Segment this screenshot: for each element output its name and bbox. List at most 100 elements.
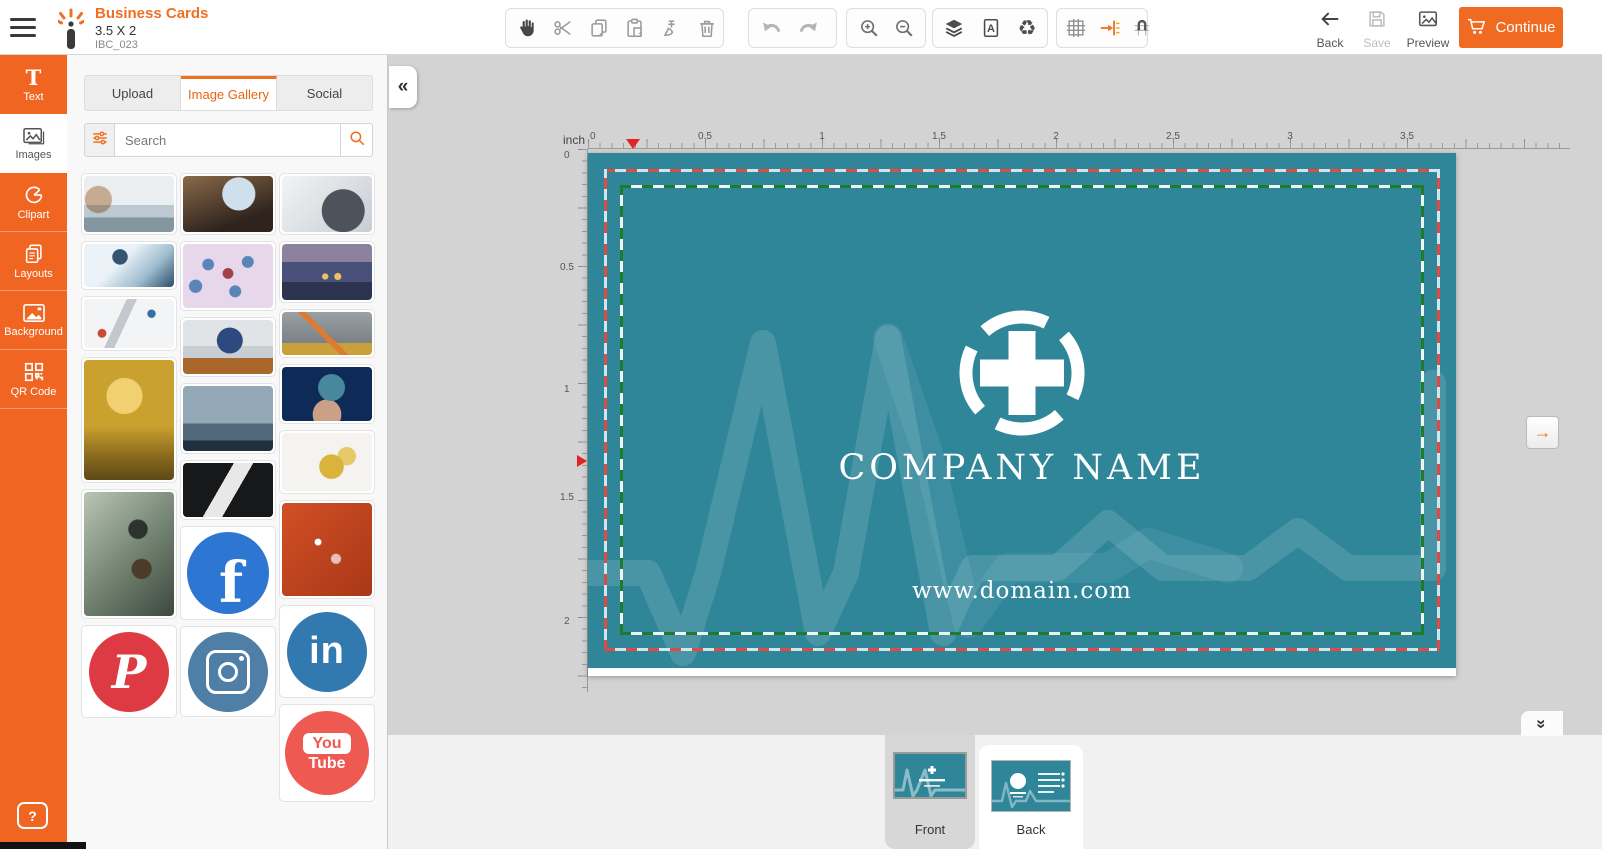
format-paint-icon[interactable] xyxy=(660,16,682,40)
save-button[interactable]: Save xyxy=(1355,8,1399,50)
layers-icon[interactable] xyxy=(943,16,965,40)
page-tab-back[interactable]: Back xyxy=(979,745,1083,849)
gallery-image-desk-glasses[interactable] xyxy=(81,241,177,290)
paste-icon[interactable] xyxy=(624,16,646,40)
h-tick: 3.5 xyxy=(1400,131,1414,142)
back-button[interactable]: Back xyxy=(1308,8,1352,50)
handshake-suit-photo xyxy=(183,463,273,517)
product-title: Business Cards xyxy=(95,5,208,22)
safety-line-top xyxy=(620,185,1424,188)
v-tick: 1.5 xyxy=(560,492,574,503)
search-input[interactable] xyxy=(114,123,341,157)
medicine-syringes-photo xyxy=(84,299,174,348)
continue-button[interactable]: Continue xyxy=(1459,7,1563,48)
preview-button[interactable]: Preview xyxy=(1406,8,1450,50)
toolbar-history-group xyxy=(748,8,837,48)
gallery-image-gold-capsules[interactable] xyxy=(279,430,375,494)
horizontal-ruler xyxy=(588,130,1570,149)
gallery-image-people-network[interactable] xyxy=(180,241,276,311)
text-icon: T xyxy=(26,67,42,88)
zoom-in-icon[interactable] xyxy=(857,16,880,40)
filter-icon xyxy=(91,129,109,152)
cut-icon[interactable] xyxy=(552,16,574,40)
pan-tool-icon[interactable] xyxy=(516,16,538,40)
gallery-image-house[interactable] xyxy=(279,241,375,303)
qr-code-icon xyxy=(23,361,45,383)
gallery-image-door-keys[interactable] xyxy=(81,489,177,619)
recycle-icon[interactable]: ♻ xyxy=(1017,16,1037,40)
sidebar-item-qr-code[interactable]: QR Code xyxy=(0,350,67,409)
instagram-icon xyxy=(188,632,268,712)
copy-icon[interactable] xyxy=(588,16,610,40)
collapse-panel-button[interactable]: « xyxy=(389,66,417,108)
pages-bar: Front Back xyxy=(388,735,1602,849)
card-canvas[interactable]: COMPANY NAME www.domain.com xyxy=(588,153,1456,676)
h-tick: 1.5 xyxy=(932,131,946,142)
gallery-image-growth-chart[interactable] xyxy=(279,309,375,358)
toolbar-objects-group: A ♻ xyxy=(932,8,1048,48)
gallery-image-handshake-suit[interactable] xyxy=(180,460,276,520)
svg-text:A: A xyxy=(987,23,995,35)
gallery-image-cooling-towers[interactable] xyxy=(180,383,276,454)
tab-image-gallery[interactable]: Image Gallery xyxy=(181,76,277,110)
toolbar-zoom-group xyxy=(846,8,926,48)
hamburger-menu-icon[interactable] xyxy=(10,18,36,37)
undo-icon[interactable] xyxy=(759,16,783,40)
company-logo[interactable] xyxy=(952,303,1092,443)
snap-to-grid-icon[interactable] xyxy=(1131,16,1153,40)
front-page-label: Front xyxy=(885,822,975,837)
patterned-mug-photo xyxy=(282,503,372,596)
sidebar-item-text[interactable]: T Text xyxy=(0,55,67,114)
sidebar-item-images[interactable]: Images xyxy=(0,114,67,173)
gallery-image-reading-book[interactable] xyxy=(180,317,276,377)
product-size: 3.5 X 2 xyxy=(95,23,208,38)
tab-social[interactable]: Social xyxy=(277,76,372,110)
filter-button[interactable] xyxy=(84,123,114,157)
redo-icon[interactable] xyxy=(797,16,821,40)
tab-upload[interactable]: Upload xyxy=(85,76,181,110)
reading-book-photo xyxy=(183,320,273,374)
website-text[interactable]: www.domain.com xyxy=(588,578,1456,604)
company-name-text[interactable]: COMPANY NAME xyxy=(588,448,1456,488)
gallery-image-coin-stack[interactable] xyxy=(81,357,177,483)
globe-in-hand-photo xyxy=(282,367,372,421)
back-page-label: Back xyxy=(979,822,1083,837)
gallery-image-facebook[interactable]: f xyxy=(180,526,276,620)
gallery-image-business-laptop[interactable] xyxy=(81,173,177,235)
h-tick: 2.5 xyxy=(1166,131,1180,142)
h-tick: 0 xyxy=(590,131,596,142)
delete-icon[interactable] xyxy=(696,16,718,40)
image-gallery-grid: P f xyxy=(81,173,377,808)
linkedin-icon: in xyxy=(287,612,367,692)
people-network-photo xyxy=(183,244,273,308)
collapse-pages-bar-button[interactable]: » xyxy=(1521,711,1563,736)
zoom-out-icon[interactable] xyxy=(892,16,915,40)
gallery-image-medicine-syringes[interactable] xyxy=(81,296,177,351)
layouts-icon xyxy=(23,243,45,265)
sidebar-item-clipart[interactable]: Clipart xyxy=(0,173,67,232)
gallery-image-globe-in-hand[interactable] xyxy=(279,364,375,424)
door-keys-photo xyxy=(84,492,174,616)
gallery-image-linkedin[interactable]: in xyxy=(279,605,375,698)
gallery-image-tablet-browsing[interactable] xyxy=(180,173,276,235)
cooling-towers-photo xyxy=(183,386,273,451)
gallery-image-youtube[interactable]: You Tube xyxy=(279,704,375,802)
next-side-button[interactable]: → xyxy=(1526,416,1559,449)
h-tick: 0.5 xyxy=(698,131,712,142)
facebook-icon: f xyxy=(187,532,269,614)
tablet-browsing-photo xyxy=(183,176,273,232)
snap-to-guides-icon[interactable] xyxy=(1098,16,1120,40)
page-tab-front[interactable]: Front xyxy=(885,735,975,849)
toolbar-grid-group xyxy=(1056,8,1148,48)
house-photo xyxy=(282,244,372,300)
grid-icon[interactable] xyxy=(1065,16,1087,40)
gallery-image-instagram[interactable] xyxy=(180,626,276,717)
gallery-image-calculator[interactable] xyxy=(279,173,375,235)
gallery-image-pinterest[interactable]: P xyxy=(81,625,177,718)
gallery-image-patterned-mug[interactable] xyxy=(279,500,375,599)
sidebar-item-layouts[interactable]: Layouts xyxy=(0,232,67,291)
text-frame-icon[interactable]: A xyxy=(980,16,1002,40)
search-button[interactable] xyxy=(341,123,373,157)
help-button[interactable]: ? xyxy=(17,802,48,829)
sidebar-item-background[interactable]: Background xyxy=(0,291,67,350)
